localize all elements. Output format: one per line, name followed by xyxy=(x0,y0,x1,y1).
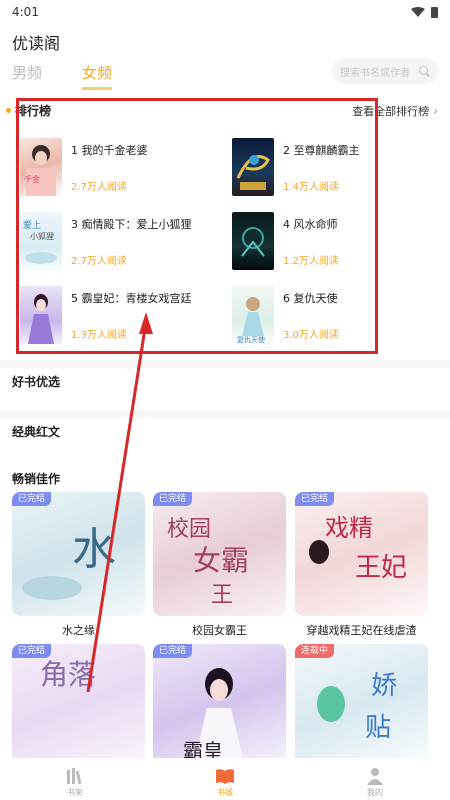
svg-text:戏精: 戏精 xyxy=(325,514,373,542)
nav-bookstore[interactable]: 书城 xyxy=(165,767,285,798)
nav-profile[interactable]: 我的 xyxy=(315,767,435,798)
svg-text:贴: 贴 xyxy=(365,713,391,743)
bookstore-icon xyxy=(216,769,234,784)
chevron-right-icon: › xyxy=(433,103,438,118)
search-icon[interactable] xyxy=(419,65,430,77)
ranking-highlight-box xyxy=(16,98,378,354)
svg-text:校园: 校园 xyxy=(167,517,211,542)
book-card[interactable]: 娇贴 连载中 xyxy=(295,644,428,768)
book-card[interactable]: 戏精王妃 已完结 穿越戏精王妃在线虐渣 xyxy=(295,492,428,638)
search-placeholder: 搜索书名或作者 xyxy=(340,67,410,79)
status-badge: 已完结 xyxy=(12,492,52,506)
profile-icon xyxy=(367,768,383,785)
book-cover: 角落 已完结 xyxy=(12,644,145,768)
search-input[interactable]: 搜索书名或作者 xyxy=(332,58,438,84)
book-title: 穿越戏精王妃在线虐渣 xyxy=(306,624,417,637)
svg-text:王: 王 xyxy=(211,583,233,608)
nav-label: 书架 xyxy=(67,788,83,797)
svg-text:水: 水 xyxy=(72,524,116,575)
status-icons xyxy=(411,6,438,18)
nav-label: 我的 xyxy=(367,788,383,797)
wifi-icon xyxy=(411,7,425,17)
status-badge: 已完结 xyxy=(295,492,335,506)
book-cover: 戏精王妃 已完结 xyxy=(295,492,428,616)
book-title: 校园女霸王 xyxy=(192,624,247,637)
nav-label: 书城 xyxy=(217,788,233,797)
svg-text:角落: 角落 xyxy=(40,658,96,691)
svg-text:娇: 娇 xyxy=(371,671,397,701)
section-bestsellers-title: 畅销佳作 xyxy=(12,472,61,486)
tab-male[interactable]: 男频 xyxy=(12,62,42,90)
status-bar: 4:01 xyxy=(0,0,450,24)
book-cover: 水 已完结 xyxy=(12,492,145,616)
status-badge: 已完结 xyxy=(153,644,193,658)
ranking-dot-icon xyxy=(6,108,11,113)
nav-bookshelf[interactable]: 书架 xyxy=(15,767,135,798)
gender-tabs: 男频 女频 xyxy=(12,62,113,90)
bottom-nav: 书架 书城 我的 xyxy=(0,758,450,800)
section-classic[interactable]: 经典红文 xyxy=(0,410,450,444)
status-badge: 连载中 xyxy=(295,644,335,658)
book-cover: 霸皇 已完结 xyxy=(153,644,286,768)
book-card[interactable]: 水 已完结 水之缘 xyxy=(12,492,145,638)
ranking-section: 排行榜 查看全部排行榜 › 千金 1 我的千金老婆 2.7万人阅读 2 至尊麒麟… xyxy=(0,96,450,356)
svg-text:王妃: 王妃 xyxy=(355,553,407,583)
status-time: 4:01 xyxy=(12,5,39,19)
status-badge: 已完结 xyxy=(12,644,52,658)
app-title: 优读阁 xyxy=(12,34,61,53)
book-cover: 娇贴 连载中 xyxy=(295,644,428,768)
book-title: 水之缘 xyxy=(62,624,95,637)
battery-icon xyxy=(431,6,438,18)
bookshelf-icon xyxy=(67,768,82,785)
book-card[interactable]: 校园 女霸王 已完结 校园女霸王 xyxy=(153,492,286,638)
status-badge: 已完结 xyxy=(153,492,193,506)
book-cover: 校园 女霸王 已完结 xyxy=(153,492,286,616)
section-good-books[interactable]: 好书优选 xyxy=(0,360,450,394)
book-card[interactable]: 霸皇 已完结 xyxy=(153,644,286,768)
tab-female[interactable]: 女频 xyxy=(82,62,113,90)
book-card[interactable]: 角落 已完结 xyxy=(12,644,145,768)
svg-text:女霸: 女霸 xyxy=(193,544,249,577)
